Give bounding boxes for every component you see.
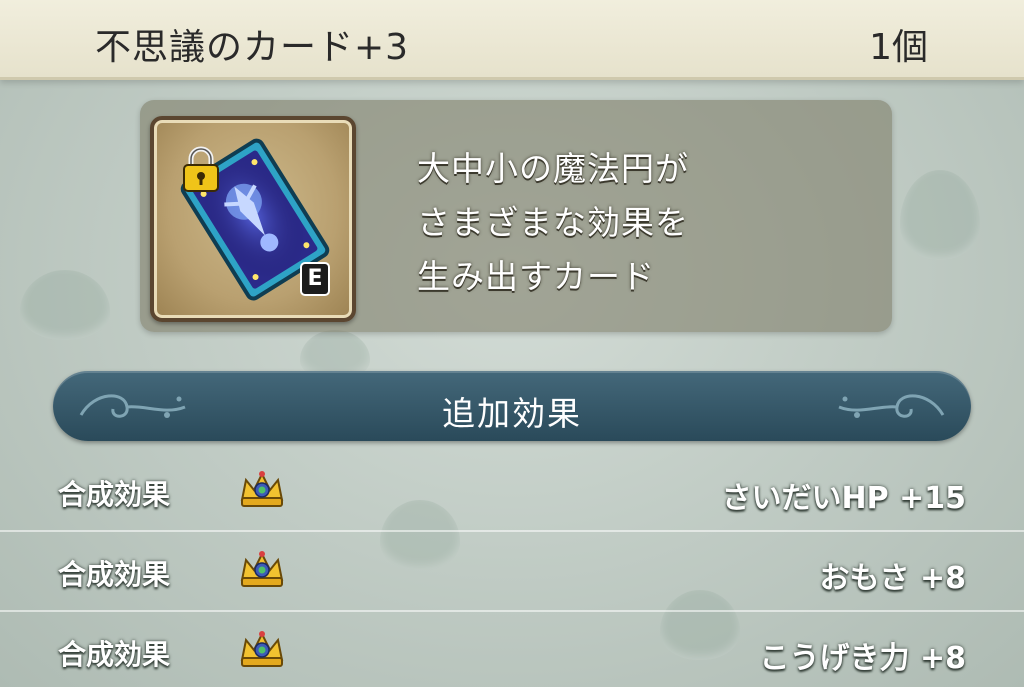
effect-row: 合成効果 おもさ +8	[0, 532, 1024, 612]
item-header: 不思議のカード+3 1個	[0, 0, 1024, 80]
effect-label: 合成効果	[58, 558, 171, 591]
effect-label: 合成効果	[58, 478, 171, 511]
item-description: 大中小の魔法円が さまざまな効果を 生み出すカード	[417, 142, 877, 304]
effect-value: さいだいHP +15	[721, 481, 966, 516]
item-name: 不思議のカード+3	[95, 27, 410, 68]
effect-value: こうげき力 +8	[759, 641, 966, 676]
additional-effects-header: 追加効果	[53, 371, 971, 441]
item-icon-frame[interactable]: E	[150, 116, 356, 322]
padlock-icon	[183, 146, 219, 192]
flourish-right-icon	[838, 394, 945, 418]
description-line: さまざまな効果を	[417, 203, 689, 242]
item-count: 1個	[869, 27, 928, 68]
crown-icon	[240, 551, 284, 587]
description-line: 大中小の魔法円が	[417, 149, 689, 188]
effect-row: 合成効果 さいだいHP +15	[0, 452, 1024, 532]
effect-value: おもさ +8	[819, 561, 966, 596]
equipped-badge: E	[300, 262, 330, 296]
description-line: 生み出すカード	[417, 257, 655, 296]
effect-row: 合成効果 こうげき力 +8	[0, 612, 1024, 687]
effect-label: 合成効果	[58, 638, 171, 671]
crown-icon	[240, 631, 284, 667]
item-description-panel: E 大中小の魔法円が さまざまな効果を 生み出すカード	[140, 100, 892, 332]
crown-icon	[240, 471, 284, 507]
